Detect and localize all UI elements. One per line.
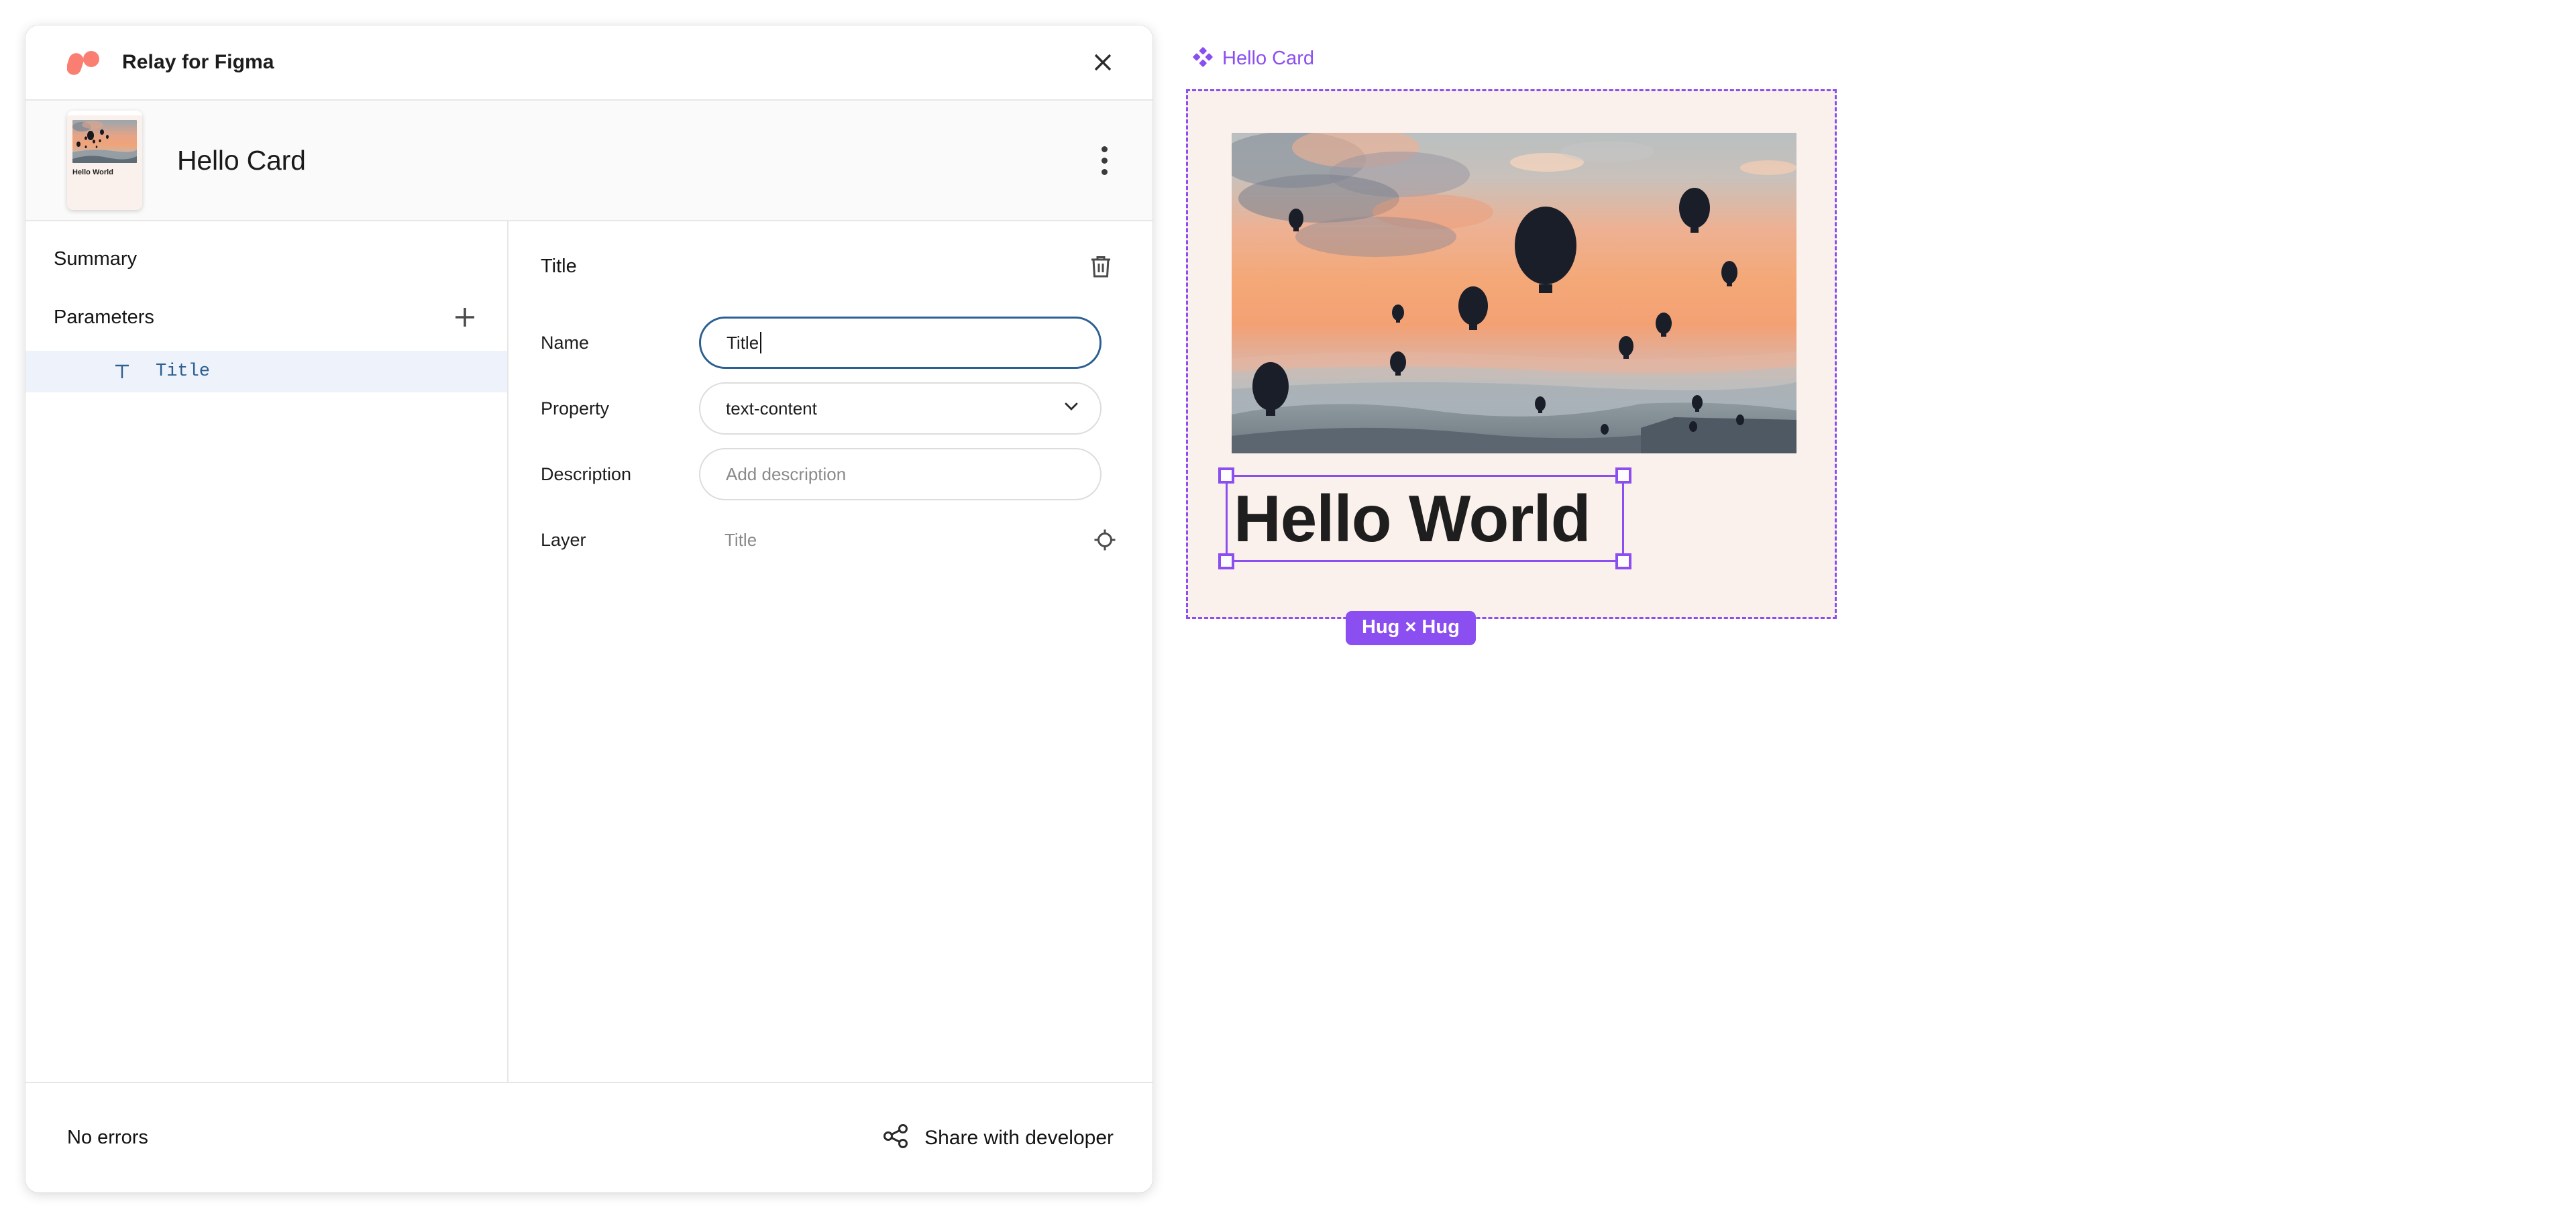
list-item[interactable]: Title — [25, 351, 507, 392]
resize-handle-bottom-left[interactable] — [1218, 553, 1234, 569]
text-type-icon — [113, 362, 136, 381]
text-caret — [760, 332, 762, 353]
plugin-titlebar: Relay for Figma — [25, 25, 1152, 101]
crosshair-target-icon[interactable] — [1087, 522, 1123, 558]
layer-value: Title — [724, 529, 757, 550]
balloon-sunset-image[interactable] — [1232, 133, 1796, 453]
plugin-footer: No errors Share with developer — [25, 1082, 1152, 1192]
layer-label: Layer — [541, 529, 586, 550]
name-input-value: Title — [727, 332, 759, 353]
parameters-list: Title — [25, 351, 507, 392]
frame-label[interactable]: Hello Card — [1193, 47, 1314, 70]
detail-header: Title — [508, 221, 1152, 284]
relay-logo-icon — [66, 49, 102, 76]
kebab-menu-icon[interactable] — [1084, 139, 1124, 182]
trash-icon[interactable] — [1083, 248, 1119, 284]
component-thumbnail[interactable]: Hello World — [67, 111, 142, 210]
plus-icon[interactable] — [447, 301, 483, 333]
frame-label-text: Hello Card — [1222, 48, 1314, 69]
close-icon[interactable] — [1081, 41, 1124, 84]
relay-plugin-window: Relay for Figma Hello World Hello Card S… — [25, 25, 1152, 1192]
component-header: Hello World Hello Card — [25, 101, 1152, 221]
parameters-heading: Parameters — [54, 306, 154, 328]
resize-handle-top-right[interactable] — [1615, 467, 1631, 484]
resize-handle-bottom-right[interactable] — [1615, 553, 1631, 569]
thumbnail-inner: Hello World — [67, 115, 142, 210]
form-row-property: Property text-content — [541, 376, 1152, 441]
size-badge: Hug × Hug — [1346, 611, 1476, 645]
name-input[interactable]: Title — [699, 317, 1102, 369]
detail-title: Title — [541, 255, 577, 277]
share-with-developer-label: Share with developer — [924, 1126, 1114, 1149]
form-row-layer: Layer Title — [541, 507, 1152, 573]
form-row-name: Name Title — [541, 310, 1152, 376]
property-label: Property — [541, 398, 610, 419]
thumbnail-image — [72, 120, 137, 163]
kebab-dot — [1101, 168, 1108, 175]
form-row-description: Description Add description — [541, 441, 1152, 507]
parameters-section-header: Parameters — [25, 269, 507, 333]
plugin-body: Summary Parameters Title Title Name Titl… — [25, 221, 1152, 1082]
parameter-detail-panel: Title Name Title Property text-content D… — [508, 221, 1152, 1082]
kebab-dot — [1101, 146, 1108, 152]
plugin-title: Relay for Figma — [122, 51, 274, 73]
figma-component-icon — [1193, 47, 1213, 70]
list-item-label: Title — [156, 361, 211, 382]
kebab-dot — [1101, 157, 1108, 164]
summary-heading: Summary — [54, 248, 138, 270]
error-status: No errors — [67, 1127, 148, 1148]
figma-canvas: Hello Card Hello World Hug × Hug — [1181, 0, 2576, 1226]
parameter-form: Name Title Property text-content Descrip… — [508, 310, 1152, 573]
description-placeholder: Add description — [726, 463, 847, 484]
property-select[interactable]: text-content — [699, 382, 1102, 435]
chevron-down-icon — [1061, 396, 1081, 421]
share-nodes-icon — [883, 1123, 910, 1153]
component-name: Hello Card — [177, 144, 306, 176]
description-input[interactable]: Add description — [699, 448, 1102, 500]
parameters-sidebar: Summary Parameters Title — [25, 221, 508, 1082]
name-label: Name — [541, 332, 590, 353]
selection-frame[interactable] — [1218, 467, 1631, 569]
property-select-value: text-content — [726, 398, 817, 419]
hello-card-frame[interactable]: Hello World Hug × Hug — [1186, 89, 1837, 645]
thumbnail-label: Hello World — [72, 168, 113, 176]
resize-handle-top-left[interactable] — [1218, 467, 1234, 484]
description-label: Description — [541, 463, 632, 484]
share-with-developer-button[interactable]: Share with developer — [883, 1123, 1114, 1153]
